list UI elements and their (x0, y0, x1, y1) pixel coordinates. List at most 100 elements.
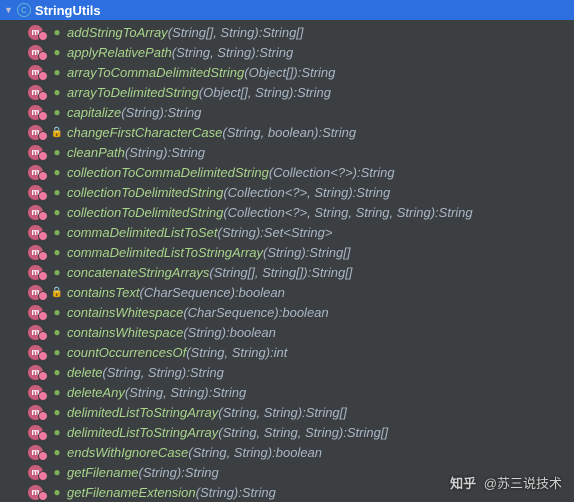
method-name: delimitedListToStringArray (67, 405, 218, 420)
method-name: capitalize (67, 105, 121, 120)
method-return-type: Set<String> (264, 225, 333, 240)
inherited-overlay-icon (38, 151, 48, 161)
visibility-public-icon: ● (52, 407, 62, 417)
method-return-type: String[] (311, 265, 352, 280)
method-name: delimitedListToStringArray (67, 425, 218, 440)
method-name: containsText (67, 285, 140, 300)
method-row[interactable]: m●commaDelimitedListToStringArray(String… (0, 242, 574, 262)
class-tab[interactable]: ▼ C StringUtils (0, 0, 574, 20)
method-row[interactable]: m●arrayToDelimitedString(Object[], Strin… (0, 82, 574, 102)
method-name: containsWhitespace (67, 305, 183, 320)
method-row[interactable]: m●delimitedListToStringArray(String, Str… (0, 402, 574, 422)
inherited-overlay-icon (38, 91, 48, 101)
method-row[interactable]: m●commaDelimitedListToSet(String): Set<S… (0, 222, 574, 242)
inherited-overlay-icon (38, 271, 48, 281)
visibility-private-icon: 🔒 (52, 287, 62, 297)
method-row[interactable]: m●deleteAny(String, String): String (0, 382, 574, 402)
method-return-type: String (212, 385, 246, 400)
method-name: changeFirstCharacterCase (67, 125, 222, 140)
method-row[interactable]: m●containsWhitespace(CharSequence): bool… (0, 302, 574, 322)
method-params: (String, String) (218, 405, 302, 420)
method-return-type: String[] (347, 425, 388, 440)
method-row[interactable]: m●addStringToArray(String[], String): St… (0, 22, 574, 42)
method-row[interactable]: m●collectionToDelimitedString(Collection… (0, 202, 574, 222)
method-row[interactable]: m●countOccurrencesOf(String, String): in… (0, 342, 574, 362)
method-return-type: String[] (309, 245, 350, 260)
visibility-public-icon: ● (52, 27, 62, 37)
visibility-public-icon: ● (52, 167, 62, 177)
method-params: (String) (139, 465, 182, 480)
method-params: (String, boolean) (222, 125, 318, 140)
method-return-type: String (439, 205, 473, 220)
visibility-public-icon: ● (52, 307, 62, 317)
inherited-overlay-icon (38, 131, 48, 141)
method-params: (String) (183, 325, 226, 340)
method-name: addStringToArray (67, 25, 168, 40)
method-row[interactable]: m●delete(String, String): String (0, 362, 574, 382)
method-row[interactable]: m🔒containsText(CharSequence): boolean (0, 282, 574, 302)
inherited-overlay-icon (38, 51, 48, 61)
visibility-public-icon: ● (52, 347, 62, 357)
method-return-type: int (274, 345, 288, 360)
visibility-public-icon: ● (52, 107, 62, 117)
inherited-overlay-icon (38, 371, 48, 381)
method-params: (String, String, String) (218, 425, 343, 440)
method-row[interactable]: m●cleanPath(String): String (0, 142, 574, 162)
method-name: concatenateStringArrays (67, 265, 209, 280)
collapse-arrow-icon[interactable]: ▼ (4, 5, 13, 15)
method-return-type: boolean (282, 305, 328, 320)
method-row[interactable]: m●concatenateStringArrays(String[], Stri… (0, 262, 574, 282)
watermark: 知乎 @苏三说技术 (450, 473, 562, 492)
visibility-public-icon: ● (52, 327, 62, 337)
method-params: (String) (196, 485, 239, 500)
method-row[interactable]: m●delimitedListToStringArray(String, Str… (0, 422, 574, 442)
method-row[interactable]: m●applyRelativePath(String, String): Str… (0, 42, 574, 62)
inherited-overlay-icon (38, 431, 48, 441)
inherited-overlay-icon (38, 251, 48, 261)
method-return-type: String (322, 125, 356, 140)
method-row[interactable]: m●collectionToDelimitedString(Collection… (0, 182, 574, 202)
method-return-type: boolean (276, 445, 322, 460)
method-params: (String, String) (186, 345, 270, 360)
inherited-overlay-icon (38, 71, 48, 81)
visibility-public-icon: ● (52, 387, 62, 397)
method-return-type: String (301, 65, 335, 80)
method-name: applyRelativePath (67, 45, 172, 60)
inherited-overlay-icon (38, 331, 48, 341)
method-name: getFilename (67, 465, 139, 480)
method-return-type: String (297, 85, 331, 100)
method-params: (String[], String[]) (209, 265, 307, 280)
method-row[interactable]: m🔒changeFirstCharacterCase(String, boole… (0, 122, 574, 142)
inherited-overlay-icon (38, 191, 48, 201)
method-row[interactable]: m●capitalize(String): String (0, 102, 574, 122)
visibility-public-icon: ● (52, 207, 62, 217)
method-params: (String, String) (188, 445, 272, 460)
method-row[interactable]: m●arrayToCommaDelimitedString(Object[]):… (0, 62, 574, 82)
visibility-public-icon: ● (52, 367, 62, 377)
visibility-public-icon: ● (52, 87, 62, 97)
method-params: (String) (263, 245, 306, 260)
visibility-public-icon: ● (52, 67, 62, 77)
method-name: arrayToDelimitedString (67, 85, 199, 100)
method-return-type: String (361, 165, 395, 180)
method-row[interactable]: m●containsWhitespace(String): boolean (0, 322, 574, 342)
method-name: collectionToDelimitedString (67, 185, 223, 200)
method-name: commaDelimitedListToStringArray (67, 245, 263, 260)
inherited-overlay-icon (38, 351, 48, 361)
method-row[interactable]: m●collectionToCommaDelimitedString(Colle… (0, 162, 574, 182)
inherited-overlay-icon (38, 31, 48, 41)
inherited-overlay-icon (38, 311, 48, 321)
visibility-public-icon: ● (52, 467, 62, 477)
method-params: (String, String) (172, 45, 256, 60)
method-return-type: boolean (230, 325, 276, 340)
method-row[interactable]: m●endsWithIgnoreCase(String, String): bo… (0, 442, 574, 462)
method-params: (CharSequence) (183, 305, 278, 320)
method-return-type: String (185, 465, 219, 480)
method-name: deleteAny (67, 385, 125, 400)
watermark-logo: 知乎 (450, 476, 476, 491)
method-return-type: String (356, 185, 390, 200)
inherited-overlay-icon (38, 211, 48, 221)
method-name: getFilenameExtension (67, 485, 196, 500)
visibility-public-icon: ● (52, 447, 62, 457)
inherited-overlay-icon (38, 391, 48, 401)
